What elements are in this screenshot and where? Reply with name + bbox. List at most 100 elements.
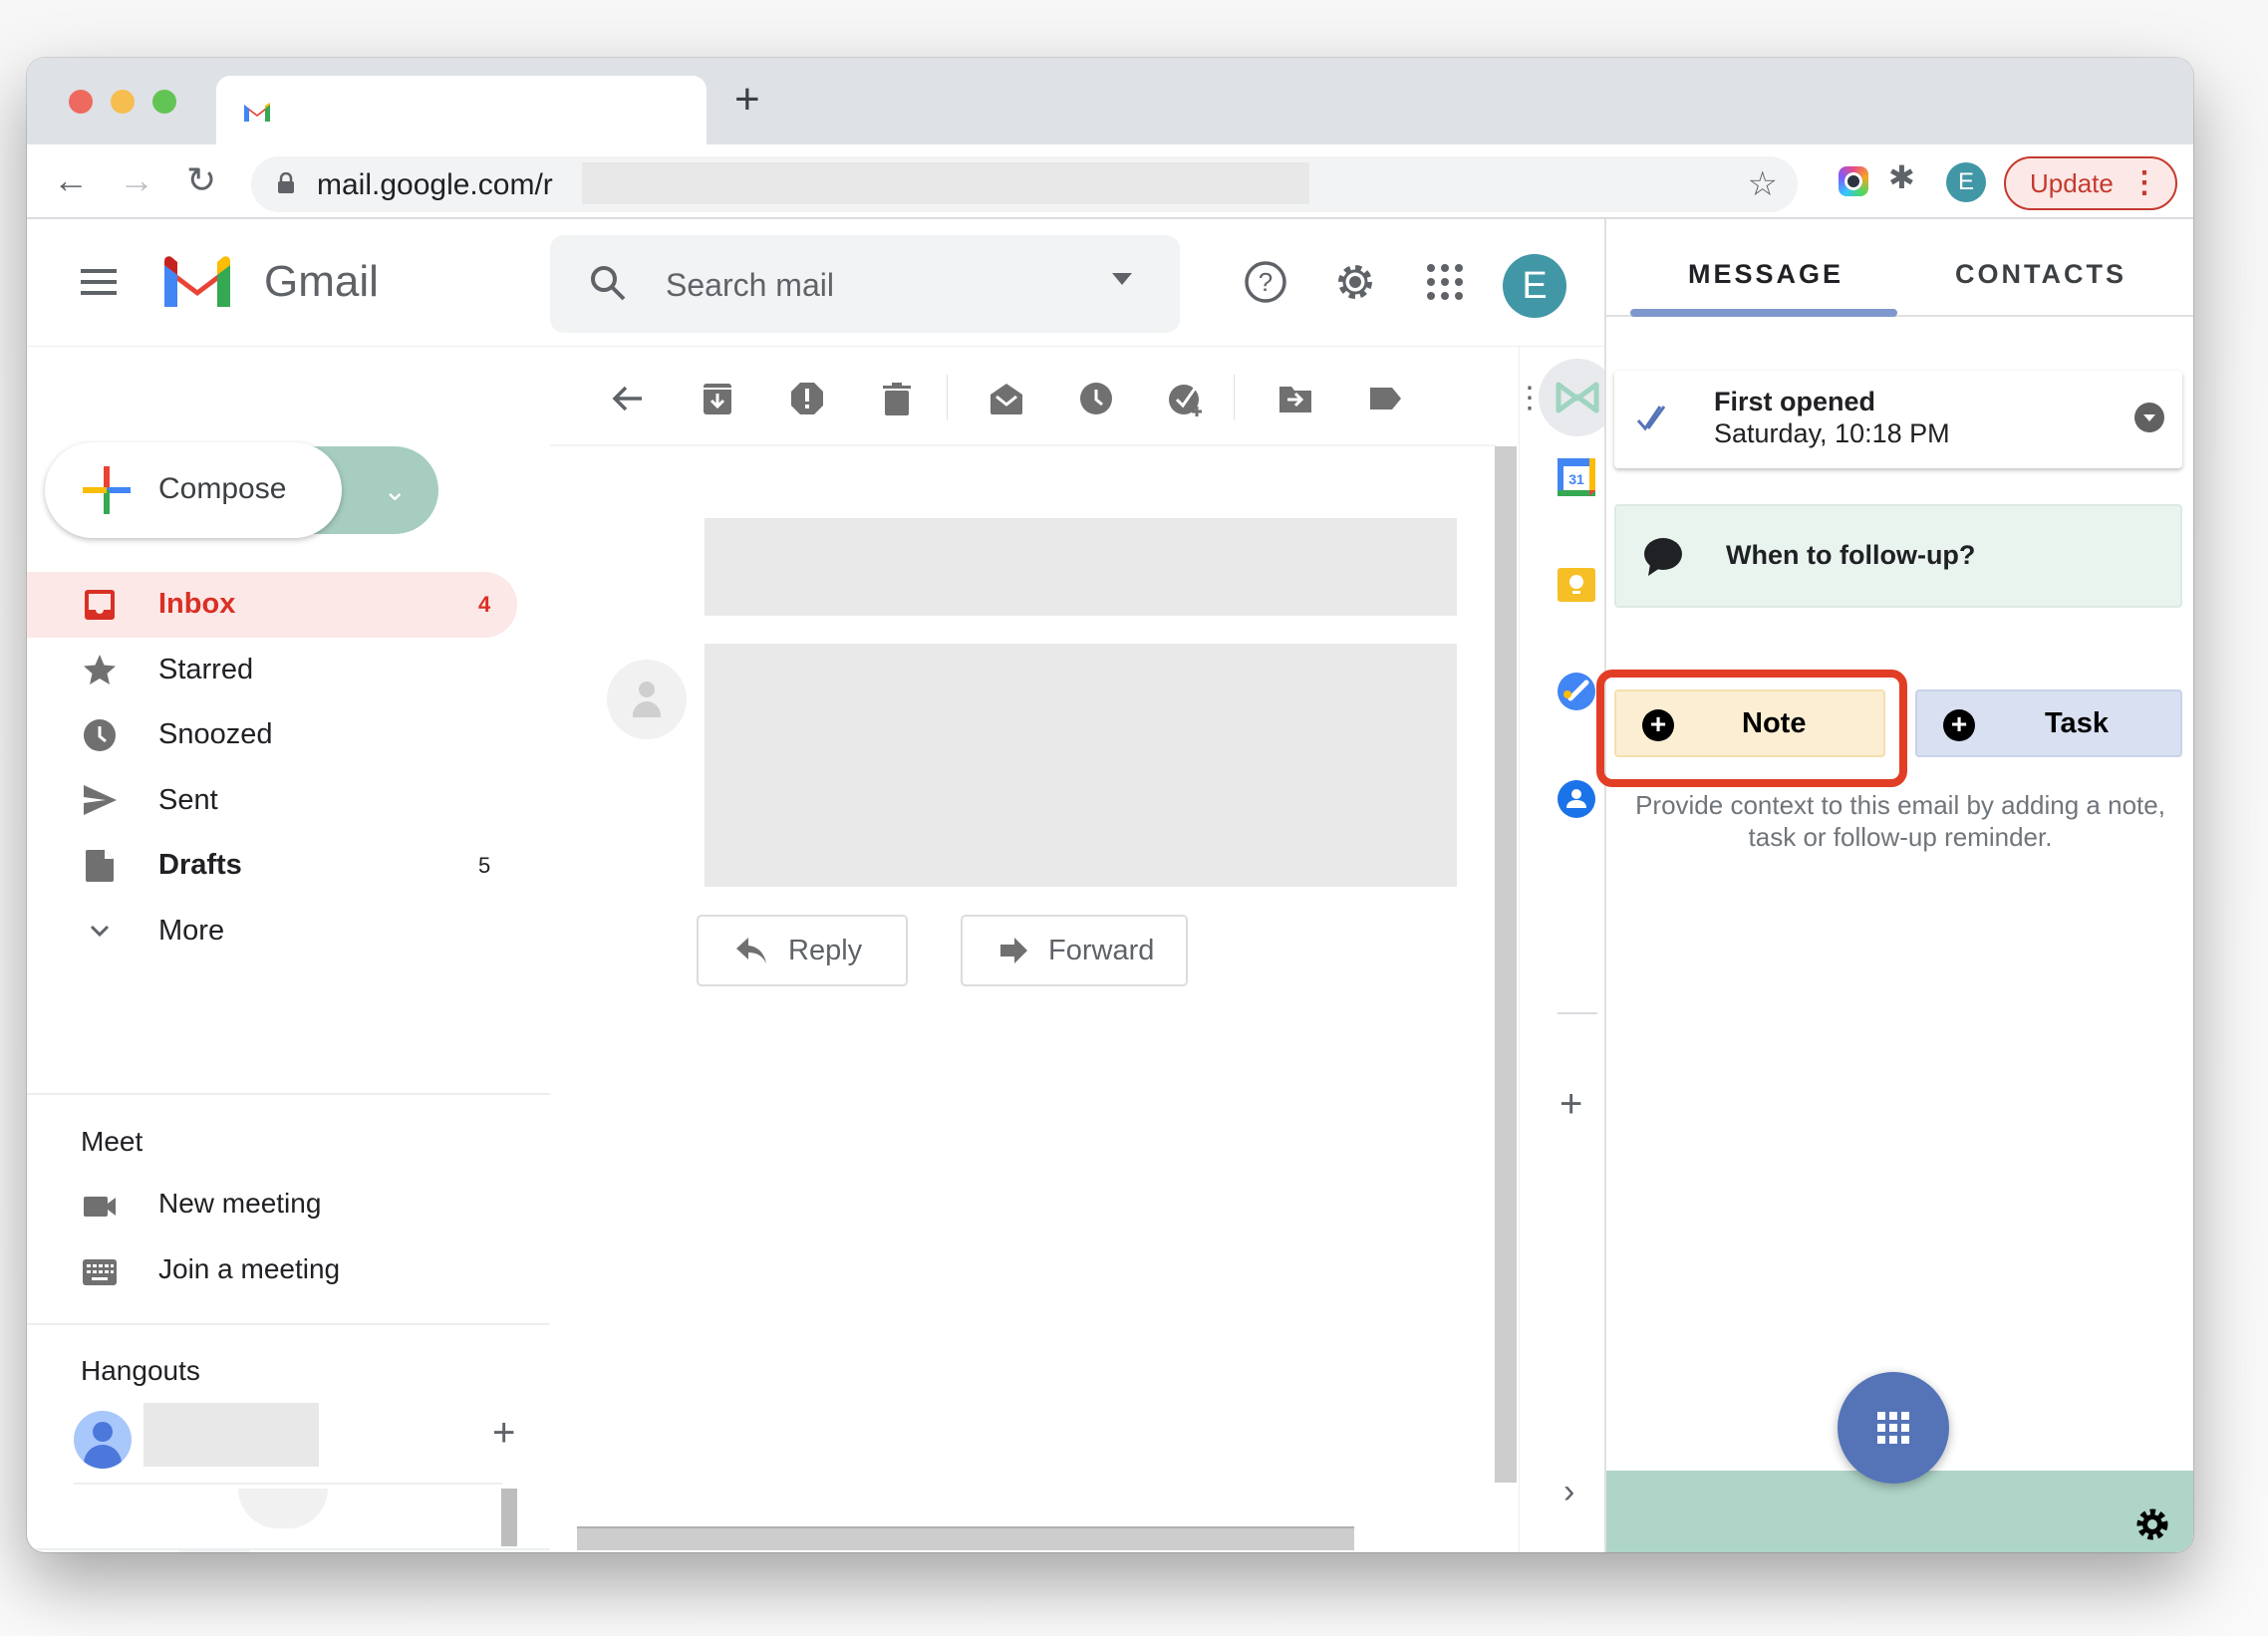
main-menu-icon[interactable]	[81, 269, 117, 295]
add-task-button[interactable]: + Task	[1915, 689, 2182, 757]
nav-item-starred[interactable]: Starred	[27, 638, 550, 703]
expand-opens-dropdown-icon[interactable]	[2134, 403, 2164, 432]
help-icon[interactable]: ?	[1243, 259, 1288, 305]
gmail-wordmark: Gmail	[264, 257, 379, 306]
first-opened-time: Saturday, 10:18 PM	[1714, 418, 1950, 448]
new-meeting-item[interactable]: New meeting	[27, 1180, 550, 1239]
tab-strip: +	[27, 58, 2193, 144]
svg-text:31: 31	[1568, 471, 1584, 487]
search-options-dropdown-icon[interactable]	[1112, 273, 1132, 285]
maximize-window-button[interactable]	[152, 90, 176, 114]
nav-item-sent[interactable]: Sent	[27, 768, 550, 834]
panel-menu-fab[interactable]	[1838, 1372, 1949, 1484]
chrome-profile-avatar[interactable]: E	[1946, 162, 1986, 202]
back-arrow-icon[interactable]: ←	[53, 158, 89, 202]
join-meeting-item[interactable]: Join a meeting	[27, 1245, 550, 1305]
forward-arrow-icon[interactable]: →	[119, 158, 154, 202]
hangouts-conversations-tab[interactable]	[250, 1550, 322, 1552]
reply-arrow-icon	[736, 938, 766, 963]
get-addons-plus-icon[interactable]: +	[1559, 1082, 1582, 1127]
snooze-clock-icon[interactable]	[1078, 381, 1114, 416]
first-opened-card[interactable]: First opened Saturday, 10:18 PM	[1614, 371, 2182, 468]
google-contacts-icon[interactable]	[1556, 778, 1597, 820]
message-view: ⋮ Reply Forward	[550, 347, 1545, 1552]
account-avatar[interactable]: E	[1503, 254, 1566, 318]
hangouts-user-row[interactable]: +	[74, 1403, 532, 1483]
toolbar-separator	[947, 375, 948, 420]
hangouts-section-title: Hangouts	[81, 1355, 200, 1386]
addon-separator	[1558, 1012, 1597, 1014]
vertical-scrollbar[interactable]	[1495, 446, 1517, 1483]
kebab-menu-icon: ⋮	[2129, 166, 2159, 199]
add-note-button[interactable]: + Note	[1614, 689, 1885, 757]
nav-item-snoozed[interactable]: Snoozed	[27, 702, 550, 768]
close-window-button[interactable]	[69, 90, 93, 114]
toolbar-separator	[1234, 375, 1235, 420]
panel-settings-gear-icon[interactable]	[2134, 1506, 2170, 1542]
google-tasks-icon[interactable]	[1556, 671, 1597, 712]
google-apps-icon[interactable]	[1422, 259, 1468, 305]
archive-icon[interactable]	[700, 381, 735, 416]
camera-extension-icon[interactable]	[1839, 166, 1868, 196]
new-conversation-button[interactable]: +	[492, 1411, 515, 1456]
settings-gear-icon[interactable]	[1332, 259, 1378, 305]
horizontal-scrollbar[interactable]	[577, 1526, 1354, 1550]
message-body-placeholder	[705, 644, 1457, 887]
tab-message[interactable]: MESSAGE	[1688, 259, 1843, 290]
hangouts-scrollbar[interactable]	[501, 1489, 517, 1546]
compose-label: Compose	[158, 472, 287, 505]
search-mail-input[interactable]: Search mail	[550, 235, 1180, 333]
label-tag-icon[interactable]	[1367, 381, 1403, 416]
hangouts-divider	[74, 1483, 502, 1485]
grid-menu-icon	[1877, 1412, 1909, 1444]
nav-item-drafts[interactable]: Drafts 5	[27, 833, 550, 899]
nav-item-inbox[interactable]: Inbox 4	[27, 572, 517, 638]
plus-circle-icon: +	[1642, 709, 1674, 741]
hangouts-contacts-tab[interactable]	[178, 1550, 250, 1552]
forward-button[interactable]: Forward	[961, 915, 1188, 986]
follow-up-label: When to follow-up?	[1726, 540, 1976, 570]
message-toolbar: ⋮	[550, 347, 1545, 446]
draft-count: 5	[478, 852, 491, 878]
star-icon	[84, 655, 116, 685]
address-bar[interactable]: mail.google.com/r ☆	[251, 156, 1798, 212]
forward-arrow-icon	[1000, 938, 1027, 963]
update-button[interactable]: Update ⋮	[2004, 156, 2177, 210]
tab-contacts[interactable]: CONTACTS	[1955, 259, 2126, 290]
new-meeting-label: New meeting	[158, 1188, 322, 1219]
nav-label: Drafts	[158, 849, 242, 882]
back-to-inbox-icon[interactable]	[610, 381, 646, 416]
panel-tabs: MESSAGE CONTACTS	[1606, 219, 2193, 317]
browser-tab-gmail[interactable]	[216, 76, 707, 144]
double-check-icon	[1636, 406, 1666, 431]
google-keep-icon[interactable]	[1556, 564, 1597, 606]
sidebar-divider	[27, 1323, 550, 1325]
new-tab-button[interactable]: +	[734, 78, 760, 122]
search-placeholder: Search mail	[666, 267, 834, 303]
nav-item-more[interactable]: More	[27, 899, 550, 964]
update-label: Update	[2030, 168, 2114, 198]
follow-up-reminder-button[interactable]: When to follow-up?	[1614, 504, 2182, 608]
nav-label: More	[158, 914, 225, 947]
panel-hint-text: Provide context to this email by adding …	[1635, 790, 2165, 852]
add-to-tasks-icon[interactable]	[1168, 381, 1204, 416]
hangouts-phone-tab[interactable]	[326, 1550, 398, 1552]
gmail-header: Gmail Search mail ? E	[27, 219, 1604, 347]
compose-plus-icon	[83, 466, 131, 514]
report-spam-icon[interactable]	[789, 381, 825, 416]
subject-placeholder	[705, 518, 1457, 616]
compose-button[interactable]: Compose	[45, 442, 342, 538]
keyboard-icon	[83, 1259, 117, 1285]
move-to-folder-icon[interactable]	[1277, 381, 1313, 416]
delete-trash-icon[interactable]	[879, 381, 915, 416]
reload-icon[interactable]: ↻	[186, 158, 216, 202]
minimize-window-button[interactable]	[111, 90, 135, 114]
bookmark-star-icon[interactable]: ☆	[1748, 164, 1778, 204]
draft-icon	[86, 849, 114, 882]
mark-as-unread-icon[interactable]	[989, 381, 1024, 416]
reply-button[interactable]: Reply	[697, 915, 908, 986]
google-calendar-icon[interactable]: 31	[1556, 456, 1597, 498]
video-camera-icon	[84, 1197, 116, 1217]
extensions-puzzle-icon[interactable]: ✱	[1888, 158, 1915, 196]
expand-panel-chevron-icon[interactable]: ›	[1563, 1473, 1574, 1511]
